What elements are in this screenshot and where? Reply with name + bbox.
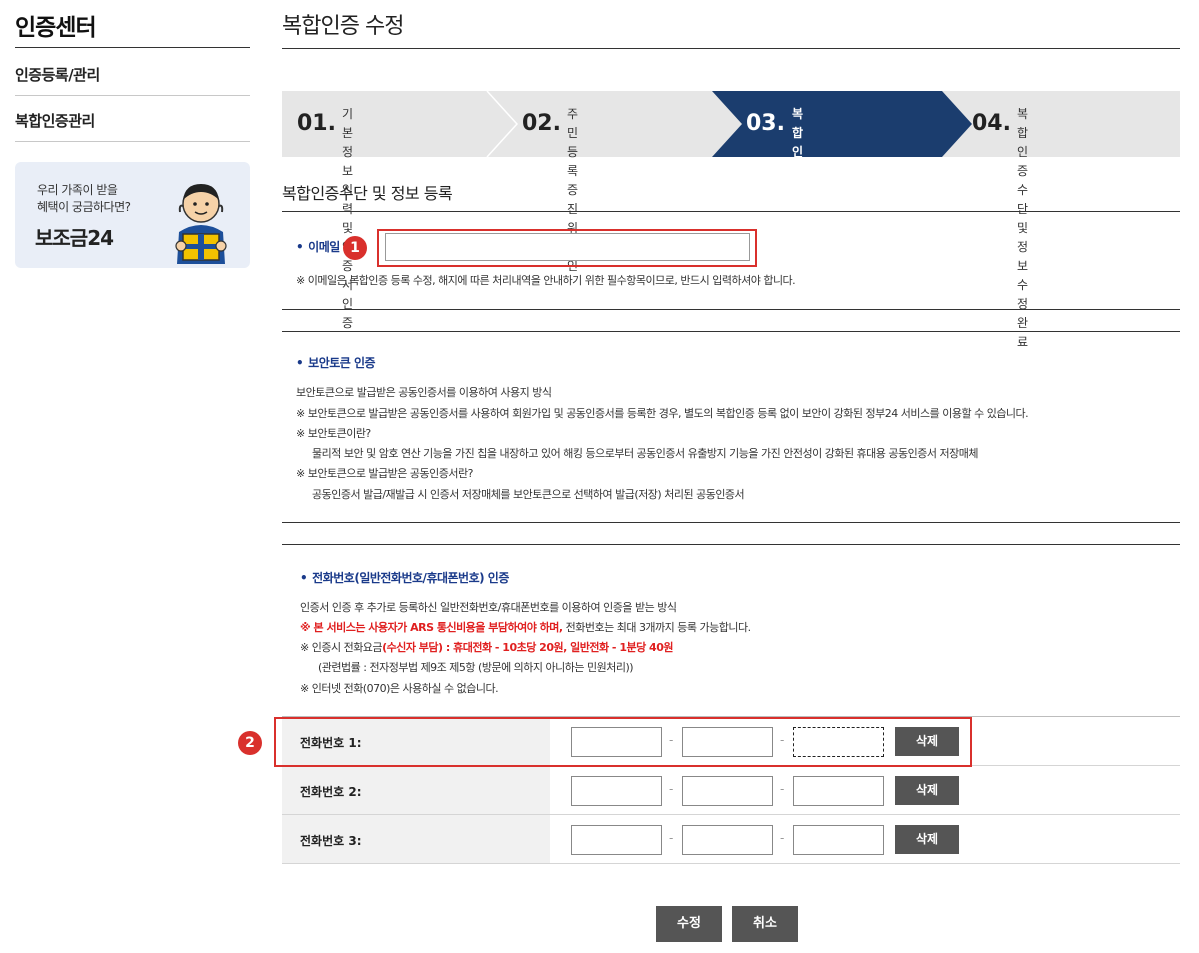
phone-note: ※ 인터넷 전화(070)은 사용하실 수 없습니다.	[300, 682, 499, 695]
token-line: ※ 보안토큰이란?	[296, 427, 371, 440]
section-divider	[282, 309, 1180, 310]
phone3-part3-input[interactable]	[793, 825, 884, 855]
phone2-delete-button[interactable]: 삭제	[895, 776, 959, 805]
email-label: 이메일	[296, 238, 340, 255]
marker-2: 2	[238, 731, 262, 755]
progress-steps: 01. 기본정보입력 및 인증서 인증 02. 주민등록증 진위확인 03. 복…	[282, 91, 1180, 349]
email-note: ※ 이메일은 복합인증 등록 수정, 해지에 따른 처리내역을 안내하기 위한 …	[296, 274, 796, 287]
phone-row-3: 전화번호 3: - - 삭제	[282, 815, 1180, 864]
token-line: ※ 보안토큰으로 발급받은 공동인증서를 사용하여 회원가입 및 공동인증서를 …	[296, 407, 1029, 420]
sidebar-item-complex-auth[interactable]: 복합인증관리	[15, 110, 95, 131]
section-divider	[282, 331, 1180, 332]
section-divider	[282, 211, 1180, 212]
phone-label: 전화번호(일반전화번호/휴대폰번호) 인증	[300, 569, 509, 586]
phone2-part3-input[interactable]	[793, 776, 884, 806]
sidebar-divider	[15, 47, 250, 48]
mascot-icon	[175, 184, 227, 264]
token-label: 보안토큰 인증	[296, 354, 375, 371]
banner-title: 보조금24	[35, 226, 114, 250]
marker-1: 1	[343, 236, 367, 260]
phone-note: ※ 인증시 전화요금(수신자 부담) : 휴대전화 - 10초당 20원, 일반…	[300, 641, 673, 654]
phone-note: ※ 본 서비스는 사용자가 ARS 통신비용을 부담하여야 하며, 전화번호는 …	[300, 621, 751, 634]
token-line: ※ 보안토큰으로 발급받은 공동인증서란?	[296, 467, 473, 480]
phone2-part2-input[interactable]	[682, 776, 773, 806]
phone-row-highlight-box	[274, 717, 972, 767]
cancel-button[interactable]: 취소	[732, 906, 798, 942]
banner-text: 우리 가족이 받을 혜택이 궁금하다면?	[37, 183, 131, 214]
sidebar-divider	[15, 95, 250, 96]
sidebar-item-cert-register[interactable]: 인증등록/관리	[15, 64, 100, 85]
phone3-part1-input[interactable]	[571, 825, 662, 855]
phone-note: 인증서 인증 후 추가로 등록하신 일반전화번호/휴대폰번호를 이용하여 인증을…	[300, 601, 677, 614]
sidebar-divider	[15, 141, 250, 142]
phone-note: (관련법률 : 전자정부법 제9조 제5항 (방문에 의하지 아니하는 민원처리…	[318, 661, 634, 674]
sidebar-title: 인증센터	[15, 15, 97, 41]
subsidy-banner[interactable]: 우리 가족이 받을 혜택이 궁금하다면? 보조금24	[15, 162, 250, 268]
steps-background	[486, 91, 972, 157]
email-input[interactable]	[385, 233, 750, 261]
phone3-part2-input[interactable]	[682, 825, 773, 855]
phone3-delete-button[interactable]: 삭제	[895, 825, 959, 854]
page-title: 복합인증 수정	[282, 14, 404, 39]
section-divider	[282, 522, 1180, 523]
token-line: 공동인증서 발급/재발급 시 인증서 저장매체를 보안토큰으로 선택하여 발급(…	[312, 488, 745, 501]
section-divider	[282, 544, 1180, 545]
token-line: 보안토큰으로 발급받은 공동인증서를 이용하여 사용지 방식	[296, 386, 552, 399]
title-divider	[282, 48, 1180, 49]
phone-row-2: 전화번호 2: - - 삭제	[282, 766, 1180, 815]
confirm-button[interactable]: 수정	[656, 906, 722, 942]
token-line: 물리적 보안 및 암호 연산 기능을 가진 칩을 내장하고 있어 해킹 등으로부…	[312, 447, 979, 460]
phone2-part1-input[interactable]	[571, 776, 662, 806]
section-title: 복합인증수단 및 정보 등록	[282, 184, 453, 203]
